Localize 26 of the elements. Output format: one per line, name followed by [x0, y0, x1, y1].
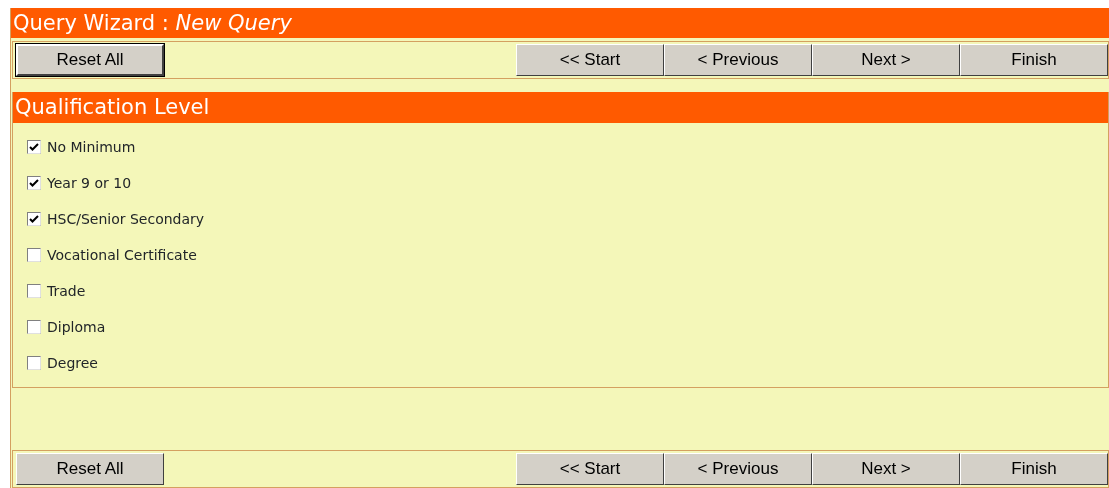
checkbox[interactable]	[27, 320, 41, 334]
nav-button[interactable]: Next >	[812, 44, 960, 76]
section-header: Qualification Level	[13, 92, 1108, 123]
option-label: HSC/Senior Secondary	[47, 209, 205, 229]
nav-button[interactable]: << Start	[516, 453, 664, 485]
nav-button[interactable]: < Previous	[664, 453, 812, 485]
option-label: Trade	[47, 281, 86, 301]
reset-all-button[interactable]: Reset All	[16, 44, 164, 76]
option-label: Vocational Certificate	[47, 245, 197, 265]
nav-button[interactable]: < Previous	[664, 44, 812, 76]
reset-all-button[interactable]: Reset All	[16, 453, 164, 485]
nav-button[interactable]: Finish	[960, 453, 1108, 485]
checkbox[interactable]	[27, 356, 41, 370]
checkbox[interactable]	[27, 140, 41, 154]
checkbox[interactable]	[27, 176, 41, 190]
nav-button[interactable]: << Start	[516, 44, 664, 76]
option-label: Year 9 or 10	[47, 173, 132, 193]
option-label: Diploma	[47, 317, 106, 337]
checkbox[interactable]	[27, 284, 41, 298]
nav-button[interactable]: Next >	[812, 453, 960, 485]
option-label: No Minimum	[47, 137, 136, 157]
checkbox[interactable]	[27, 248, 41, 262]
nav-button[interactable]: Finish	[960, 44, 1108, 76]
option-label: Degree	[47, 353, 98, 373]
checkbox[interactable]	[27, 212, 41, 226]
window-title: Query Wizard : New Query	[11, 8, 1109, 38]
